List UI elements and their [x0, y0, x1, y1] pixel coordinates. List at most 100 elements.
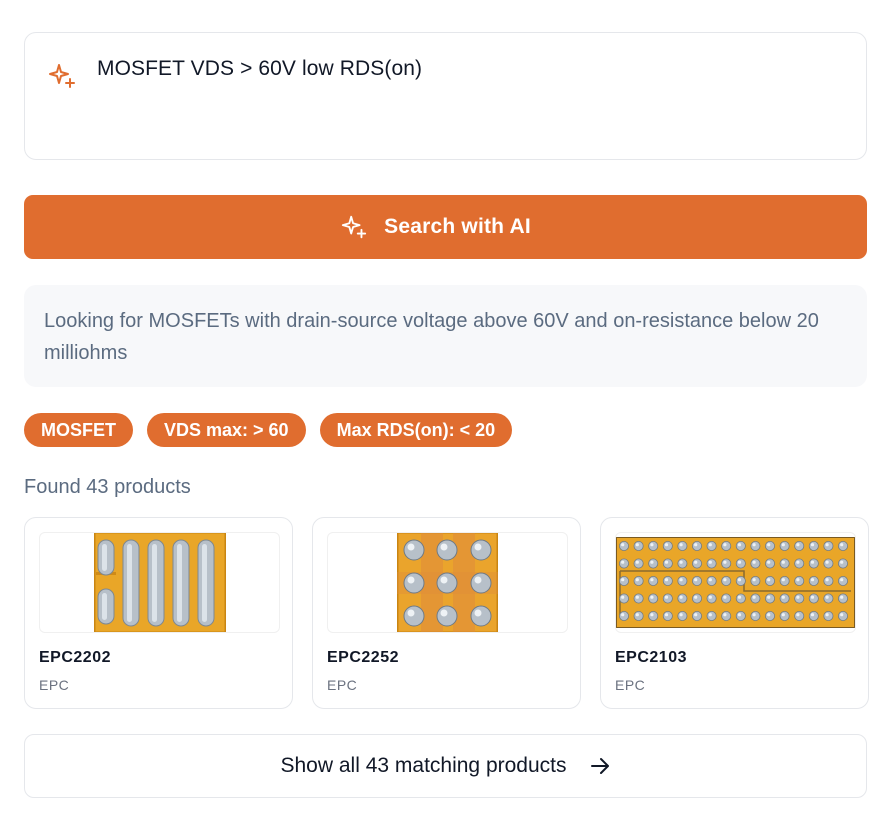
- solder-bump: [619, 541, 629, 551]
- solder-bump: [823, 611, 834, 622]
- product-name[interactable]: EPC2103: [615, 649, 687, 667]
- solder-bump: [648, 611, 659, 622]
- solder-bump: [750, 541, 761, 551]
- solder-bump: [633, 576, 644, 587]
- solder-bump: [721, 558, 732, 569]
- solder-bump: [648, 541, 659, 551]
- product-brand: EPC: [327, 677, 358, 693]
- product-name[interactable]: EPC2252: [327, 649, 399, 667]
- solder-bump: [794, 593, 805, 604]
- solder-bump: [779, 576, 790, 587]
- query-input-box[interactable]: MOSFET VDS > 60V low RDS(on): [24, 32, 867, 160]
- solder-bump-highlight: [840, 560, 844, 564]
- show-all-label: Show all 43 matching products: [280, 754, 567, 777]
- solder-bump-highlight: [635, 543, 639, 547]
- solder-bump-highlight: [694, 613, 698, 617]
- solder-bump: [662, 541, 673, 551]
- solder-bump: [794, 541, 805, 551]
- filter-tag-vds[interactable]: VDS max: > 60: [147, 413, 306, 447]
- solder-bump: [619, 558, 629, 569]
- solder-bump-highlight: [737, 543, 742, 547]
- product-card[interactable]: EPC2103 EPC: [600, 517, 869, 709]
- solder-bump-highlight: [796, 613, 800, 617]
- solder-bump: [837, 558, 848, 569]
- show-all-products-button[interactable]: Show all 43 matching products: [24, 734, 867, 798]
- chip-bars-image: [93, 533, 226, 632]
- solder-bump: [677, 558, 688, 569]
- solder-bump-highlight: [781, 578, 785, 582]
- solder-bump-highlight: [810, 613, 815, 617]
- results-count: Found 43 products: [24, 476, 191, 498]
- solder-bump-highlight: [840, 613, 844, 617]
- product-image: [39, 532, 280, 633]
- solder-bump: [750, 593, 761, 604]
- solder-bump-highlight: [825, 560, 829, 564]
- solder-bump-highlight: [708, 595, 712, 599]
- solder-bump-highlight: [708, 560, 712, 564]
- product-card[interactable]: EPC2252 EPC: [312, 517, 581, 709]
- solder-bump-highlight: [752, 595, 756, 599]
- solder-bump-highlight: [825, 578, 829, 582]
- solder-bump: [721, 593, 732, 604]
- filter-tag-rdson[interactable]: Max RDS(on): < 20: [319, 413, 513, 447]
- solder-bump-highlight: [752, 543, 756, 547]
- solder-bump-highlight: [737, 560, 742, 564]
- solder-bump: [735, 558, 746, 569]
- solder-bump: [750, 558, 761, 569]
- product-cards: EPC2202 EPC EPC2252 EPC EPC2103 EPC: [24, 517, 869, 709]
- solder-bump-highlight: [767, 560, 771, 564]
- solder-bump: [794, 576, 805, 587]
- solder-bump: [735, 541, 746, 551]
- solder-bump: [677, 541, 688, 551]
- solder-bump-highlight: [650, 613, 654, 617]
- solder-bump-highlight: [650, 543, 654, 547]
- sparkles-icon: [341, 215, 367, 239]
- solder-bump: [794, 611, 805, 622]
- solder-bump-highlight: [621, 543, 625, 547]
- solder-bump: [808, 593, 819, 604]
- query-text[interactable]: MOSFET VDS > 60V low RDS(on): [97, 57, 422, 81]
- solder-bump-highlight: [840, 578, 844, 582]
- solder-bump-highlight: [650, 578, 654, 582]
- filter-tags: MOSFET VDS max: > 60 Max RDS(on): < 20: [24, 413, 513, 447]
- solder-bump: [662, 558, 673, 569]
- solder-bump: [779, 593, 790, 604]
- product-name[interactable]: EPC2202: [39, 649, 111, 667]
- solder-bump-highlight: [796, 560, 800, 564]
- solder-bump-highlight: [708, 613, 712, 617]
- solder-bump: [692, 593, 703, 604]
- product-card[interactable]: EPC2202 EPC: [24, 517, 293, 709]
- solder-bump: [662, 576, 673, 587]
- solder-bump-highlight: [694, 595, 698, 599]
- product-brand: EPC: [39, 677, 70, 693]
- solder-bump-highlight: [810, 578, 815, 582]
- solder-bump: [735, 593, 746, 604]
- solder-bump: [808, 576, 819, 587]
- solder-bump-highlight: [767, 543, 771, 547]
- solder-bump-highlight: [723, 613, 727, 617]
- solder-bump-highlight: [694, 578, 698, 582]
- solder-bump-highlight: [664, 578, 669, 582]
- solder-bump: [779, 558, 790, 569]
- search-with-ai-button[interactable]: Search with AI: [24, 195, 867, 259]
- solder-bump: [750, 611, 761, 622]
- solder-bump: [633, 611, 644, 622]
- solder-bump-highlight: [810, 595, 815, 599]
- filter-tag-type[interactable]: MOSFET: [24, 413, 133, 447]
- solder-bump-highlight: [796, 595, 800, 599]
- solder-bump-highlight: [694, 560, 698, 564]
- solder-bump: [692, 558, 703, 569]
- solder-bump-highlight: [679, 560, 683, 564]
- solder-bump-highlight: [723, 578, 727, 582]
- solder-bump: [823, 541, 834, 551]
- solder-bump-highlight: [679, 578, 683, 582]
- solder-bump: [823, 593, 834, 604]
- solder-bump: [837, 576, 848, 587]
- solder-bump-highlight: [752, 613, 756, 617]
- solder-bump: [706, 541, 717, 551]
- solder-bump: [706, 611, 717, 622]
- solder-bump-highlight: [840, 543, 844, 547]
- solder-bump-highlight: [767, 595, 771, 599]
- solder-bump: [677, 611, 688, 622]
- solder-bump-highlight: [781, 595, 785, 599]
